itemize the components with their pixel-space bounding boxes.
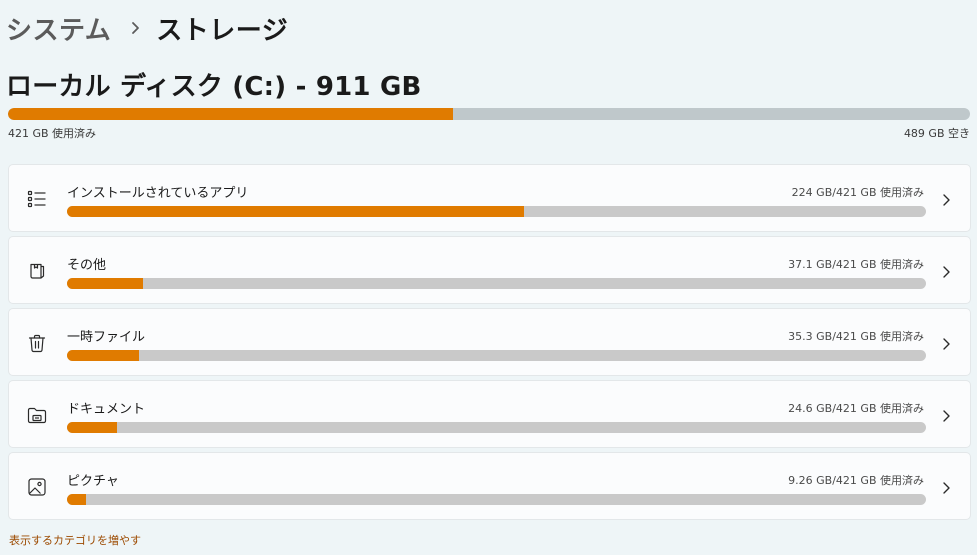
disk-usage-bar-fill — [8, 108, 453, 120]
category-usage: 24.6 GB/421 GB 使用済み — [788, 402, 924, 415]
chevron-right-icon — [940, 480, 952, 494]
image-icon — [27, 477, 47, 497]
category-usage: 35.3 GB/421 GB 使用済み — [788, 330, 924, 343]
folder-icon — [27, 405, 47, 425]
category-usage-bar — [67, 494, 926, 505]
category-usage-bar-fill — [67, 494, 86, 505]
breadcrumb: システム ストレージ — [6, 8, 288, 48]
chevron-right-icon — [940, 336, 952, 350]
disk-title: ローカル ディスク (C:) - 911 GB — [6, 72, 422, 102]
category-usage-bar-fill — [67, 350, 139, 361]
category-item-documents[interactable]: ドキュメント 24.6 GB/421 GB 使用済み — [8, 380, 971, 448]
show-more-categories-link[interactable]: 表示するカテゴリを増やす — [9, 532, 141, 548]
category-label: ドキュメント — [67, 402, 146, 417]
category-usage-bar-fill — [67, 422, 118, 433]
category-usage-bar — [67, 206, 926, 217]
document-stack-icon — [27, 261, 47, 281]
disk-used-text: 421 GB 使用済み — [8, 127, 97, 140]
breadcrumb-parent-system[interactable]: システム — [6, 10, 111, 47]
chevron-right-icon — [131, 21, 140, 35]
category-label: インストールされているアプリ — [67, 186, 249, 201]
disk-usage-bar — [8, 108, 970, 120]
category-usage-bar-fill — [67, 278, 143, 289]
category-label: ピクチャ — [67, 474, 119, 489]
category-item-temporary-files[interactable]: 一時ファイル 35.3 GB/421 GB 使用済み — [8, 308, 971, 376]
category-usage-bar — [67, 278, 926, 289]
category-usage-bar — [67, 422, 926, 433]
category-label: 一時ファイル — [67, 330, 146, 345]
category-usage: 224 GB/421 GB 使用済み — [791, 186, 924, 199]
trash-icon — [27, 333, 47, 353]
category-label: その他 — [67, 258, 107, 273]
list-icon — [27, 189, 47, 209]
category-item-installed-apps[interactable]: インストールされているアプリ 224 GB/421 GB 使用済み — [8, 164, 971, 232]
category-usage: 37.1 GB/421 GB 使用済み — [788, 258, 924, 271]
disk-free-text: 489 GB 空き — [903, 127, 970, 140]
category-usage-bar-fill — [67, 206, 524, 217]
chevron-right-icon — [940, 264, 952, 278]
category-item-pictures[interactable]: ピクチャ 9.26 GB/421 GB 使用済み — [8, 452, 971, 520]
category-item-other[interactable]: その他 37.1 GB/421 GB 使用済み — [8, 236, 971, 304]
chevron-right-icon — [940, 408, 952, 422]
page-title: ストレージ — [156, 15, 289, 46]
category-usage-bar — [67, 350, 926, 361]
category-usage: 9.26 GB/421 GB 使用済み — [788, 474, 924, 487]
storage-category-list: インストールされているアプリ 224 GB/421 GB 使用済み その他 37… — [8, 164, 971, 524]
chevron-right-icon — [940, 192, 952, 206]
